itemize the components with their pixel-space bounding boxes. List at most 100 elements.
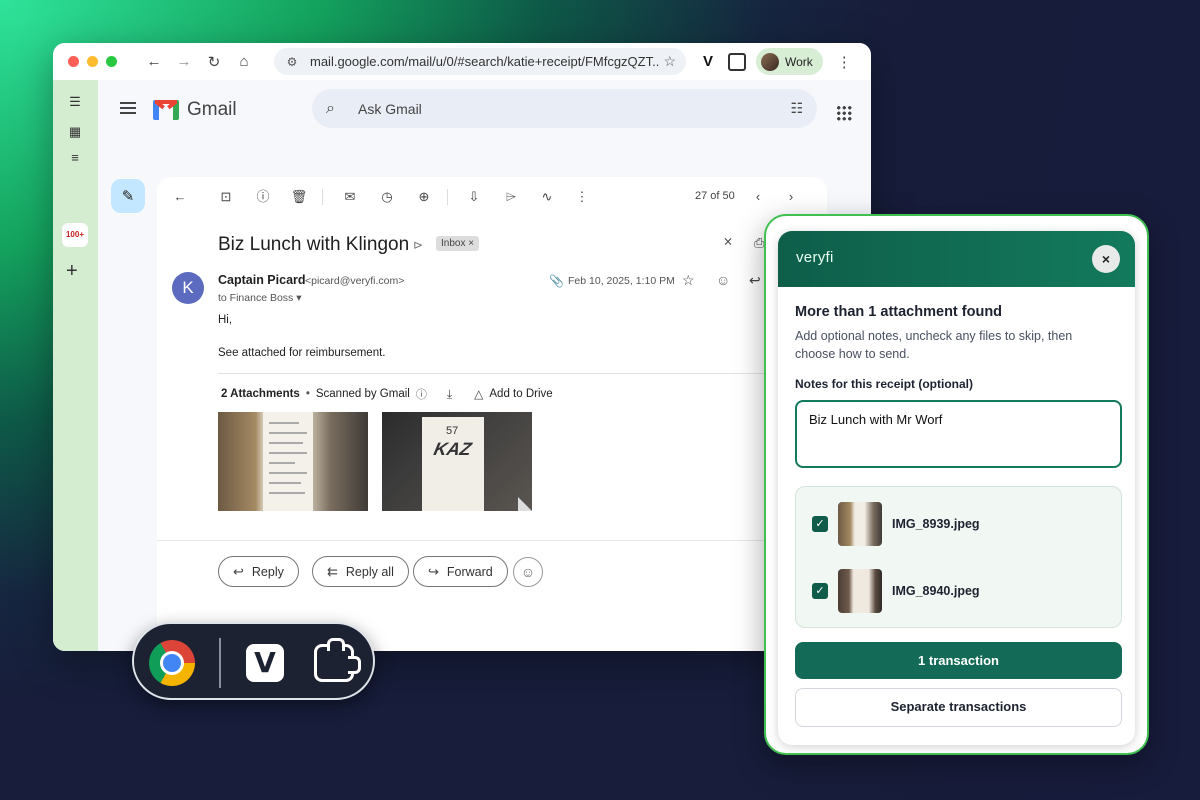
gmail-logo[interactable]: Gmail xyxy=(153,99,237,121)
veryfi-logo-icon: V xyxy=(246,644,284,682)
filter-icon[interactable]: ∿ xyxy=(538,188,556,206)
nav-buttons: ← → ↻ ⌂ xyxy=(139,49,259,75)
back-icon[interactable]: ← xyxy=(139,49,169,75)
window-controls xyxy=(68,56,117,67)
dialog-header: veryfi × xyxy=(778,231,1135,287)
forward-icon[interactable]: → xyxy=(169,49,199,75)
next-icon[interactable]: › xyxy=(782,188,800,206)
archive-icon[interactable]: ⊡ xyxy=(217,188,235,206)
inbox-label-chip[interactable]: Inbox × xyxy=(436,236,480,251)
gmail-wordmark: Gmail xyxy=(187,99,237,120)
expand-menu-icon[interactable]: ☰ xyxy=(65,92,85,112)
browser-actions: V Work ⋮ xyxy=(698,48,852,75)
gmail-m-icon xyxy=(153,100,179,120)
search-icon[interactable]: ⌕ xyxy=(326,100,346,118)
collapse-icon[interactable]: ⨯ xyxy=(723,234,733,248)
prev-icon[interactable]: ‹ xyxy=(749,188,767,206)
notes-field[interactable]: Biz Lunch with Mr Worf xyxy=(795,400,1122,468)
reply-label: Reply xyxy=(251,564,284,579)
reply-all-button[interactable]: ⇇ Reply all xyxy=(312,556,409,587)
apps-grid-icon[interactable]: ▦ xyxy=(65,122,85,142)
file-name: IMG_8940.jpeg xyxy=(892,584,980,598)
label-icon[interactable]: ⌲ xyxy=(502,188,520,206)
reply-icon[interactable]: ↩ xyxy=(749,272,761,289)
search-input[interactable]: ⌕ Ask Gmail ☷ xyxy=(312,89,817,128)
profile-button[interactable]: Work xyxy=(756,48,823,75)
dialog-description: Add optional notes, uncheck any files to… xyxy=(795,329,1073,361)
bookmark-star-icon[interactable]: ☆ xyxy=(663,53,676,70)
gmail-rail-icon[interactable]: 100+ xyxy=(62,223,88,247)
veryfi-panel: veryfi × More than 1 attachment found Ad… xyxy=(764,214,1149,755)
extensions-icon[interactable] xyxy=(728,52,746,71)
body-greeting: Hi, xyxy=(218,314,233,326)
search-list-icon[interactable]: ≡ xyxy=(65,148,85,168)
trash-icon[interactable]: 🗑 xyxy=(290,188,308,206)
scanned-label: Scanned by Gmail xyxy=(315,388,410,400)
attachment-thumbnail[interactable]: 57 KAZ xyxy=(382,412,532,511)
browser-menu-icon[interactable]: ⋮ xyxy=(837,53,852,71)
divider xyxy=(157,540,827,541)
reload-icon[interactable]: ↻ xyxy=(199,49,229,75)
message-subject: Biz Lunch with Klingon xyxy=(218,234,410,255)
info-icon[interactable]: ⓘ xyxy=(416,386,427,402)
sender-name: Captain Picard xyxy=(218,273,306,287)
separate-transactions-button[interactable]: Separate transactions xyxy=(795,688,1122,727)
reply-all-label: Reply all xyxy=(345,564,394,579)
list-item[interactable]: ✓ IMG_8940.jpeg xyxy=(812,569,1112,613)
reply-icon: ↩ xyxy=(233,563,244,579)
download-icon[interactable]: ⤓ xyxy=(447,387,452,402)
maximize-window-button[interactable] xyxy=(106,56,117,67)
browser-toolbar: ← → ↻ ⌂ ⚙ mail.google.com/mail/u/0/#sear… xyxy=(53,43,871,80)
print-icon[interactable]: ⎙ xyxy=(754,235,764,251)
receipt-image: 57 KAZ xyxy=(422,417,484,511)
recipient-line[interactable]: to Finance Boss ▾ xyxy=(218,292,301,304)
message-view: ← ⊡ ⓘ 🗑 ✉ ◷ ⊕ ⇩ ⌲ ∿ ⋮ 27 of 50 ‹ › Biz L… xyxy=(157,177,827,651)
address-bar[interactable]: ⚙ mail.google.com/mail/u/0/#search/katie… xyxy=(274,48,686,75)
report-icon[interactable]: ⓘ xyxy=(254,188,272,206)
apps-icon[interactable] xyxy=(836,105,852,121)
add-to-drive-link[interactable]: Add to Drive xyxy=(489,388,552,400)
one-transaction-button[interactable]: 1 transaction xyxy=(795,642,1122,679)
message-toolbar: ← ⊡ ⓘ 🗑 ✉ ◷ ⊕ ⇩ ⌲ ∿ ⋮ 27 of 50 ‹ › xyxy=(157,177,827,215)
divider xyxy=(219,638,221,688)
tune-icon[interactable]: ☷ xyxy=(790,100,803,117)
sender-avatar: K xyxy=(172,272,204,304)
site-info-icon[interactable]: ⚙ xyxy=(282,55,302,69)
emoji-icon[interactable]: ☺ xyxy=(716,272,730,288)
dialog-title: More than 1 attachment found xyxy=(795,304,1003,320)
add-icon[interactable]: + xyxy=(66,260,78,283)
sender-email: <picard@veryfi.com> xyxy=(305,275,405,287)
attachment-thumbnail[interactable] xyxy=(218,412,368,511)
snooze-icon[interactable]: ◷ xyxy=(378,188,396,206)
gmail-app: ☰ ▦ ≡ 100+ + Gmail ⌕ Ask Gmail ☷ ✎ ← ⊡ ⓘ… xyxy=(53,80,871,651)
star-icon[interactable]: ☆ xyxy=(682,272,695,289)
add-task-icon[interactable]: ⊕ xyxy=(415,188,433,206)
importance-icon[interactable]: ⊳ xyxy=(413,238,423,252)
home-icon[interactable]: ⌂ xyxy=(229,49,259,75)
back-to-list-icon[interactable]: ← xyxy=(171,188,189,206)
veryfi-brand: veryfi xyxy=(796,249,834,266)
emoji-reaction-button[interactable]: ☺ xyxy=(513,557,543,587)
veryfi-extension-icon[interactable]: V xyxy=(698,53,718,70)
more-icon[interactable]: ⋮ xyxy=(573,188,591,206)
browser-window: ← → ↻ ⌂ ⚙ mail.google.com/mail/u/0/#sear… xyxy=(53,43,871,651)
drive-icon[interactable]: △ xyxy=(474,387,483,401)
receipt-logo: KAZ xyxy=(431,439,474,459)
mark-unread-icon[interactable]: ✉ xyxy=(341,188,359,206)
checkbox-icon[interactable]: ✓ xyxy=(812,583,828,599)
close-icon[interactable]: × xyxy=(1092,245,1120,273)
profile-label: Work xyxy=(785,54,813,69)
reply-button[interactable]: ↩ Reply xyxy=(218,556,299,587)
move-icon[interactable]: ⇩ xyxy=(465,188,483,206)
file-list: ✓ IMG_8939.jpeg ✓ IMG_8940.jpeg xyxy=(795,486,1122,628)
main-menu-icon[interactable] xyxy=(120,102,136,114)
list-item[interactable]: ✓ IMG_8939.jpeg xyxy=(812,502,1112,546)
forward-button[interactable]: ↪ Forward xyxy=(413,556,508,587)
close-window-button[interactable] xyxy=(68,56,79,67)
file-thumbnail xyxy=(838,502,882,546)
pager-count: 27 of 50 xyxy=(695,190,735,202)
extension-pill: V xyxy=(132,622,375,700)
minimize-window-button[interactable] xyxy=(87,56,98,67)
compose-icon[interactable]: ✎ xyxy=(111,179,145,213)
checkbox-icon[interactable]: ✓ xyxy=(812,516,828,532)
